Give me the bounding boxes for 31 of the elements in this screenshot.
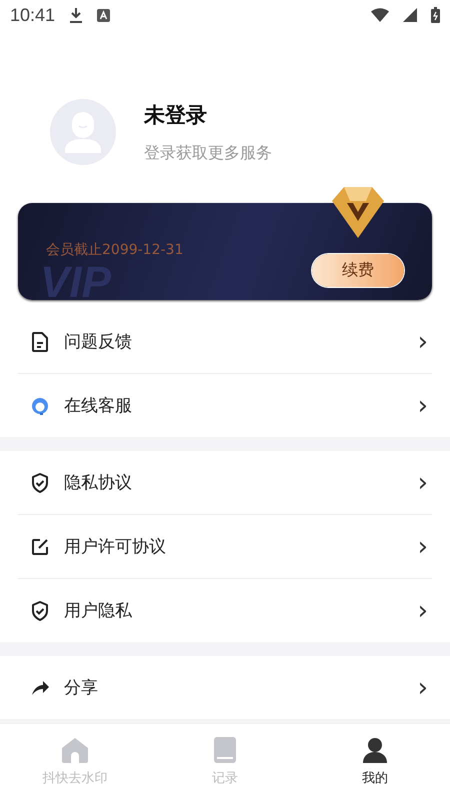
chevron-icon: › — [418, 534, 428, 560]
download-icon — [69, 7, 84, 23]
menu-item[interactable]: 在线客服 › — [18, 374, 432, 437]
notebook-icon — [214, 737, 236, 763]
clock: 10:41 — [10, 4, 56, 26]
menu-item[interactable]: 用户隐私 › — [18, 579, 432, 642]
home-icon — [61, 737, 89, 763]
notification-icon — [97, 8, 110, 22]
signal-icon — [403, 8, 417, 22]
chevron-icon: › — [418, 470, 428, 496]
chevron-icon: › — [418, 328, 428, 354]
document-icon — [31, 332, 49, 352]
chevron-icon: › — [418, 598, 428, 624]
chevron-icon: › — [418, 674, 428, 700]
vip-expiry: 会员截止2099-12-31 — [46, 241, 184, 259]
menu-item[interactable]: 隐私协议 › — [18, 451, 432, 515]
battery-icon — [431, 7, 440, 23]
menu-item[interactable]: 问题反馈 › — [18, 310, 432, 374]
menu-item[interactable]: 用户许可协议 › — [18, 515, 432, 579]
tab[interactable]: 我的 — [300, 724, 450, 800]
edit-icon — [31, 538, 49, 556]
login-hint: 登录获取更多服务 — [144, 142, 272, 164]
shield-check-icon — [31, 600, 49, 620]
wifi-icon — [371, 8, 389, 22]
diamond-icon — [330, 185, 386, 239]
person-icon — [362, 737, 388, 763]
login-status[interactable]: 未登录 — [144, 100, 272, 128]
menu-item[interactable]: 分享 › — [18, 656, 432, 719]
chevron-icon: › — [418, 392, 428, 418]
shield-check-icon — [31, 472, 49, 492]
renew-button[interactable]: 续费 — [312, 254, 404, 287]
